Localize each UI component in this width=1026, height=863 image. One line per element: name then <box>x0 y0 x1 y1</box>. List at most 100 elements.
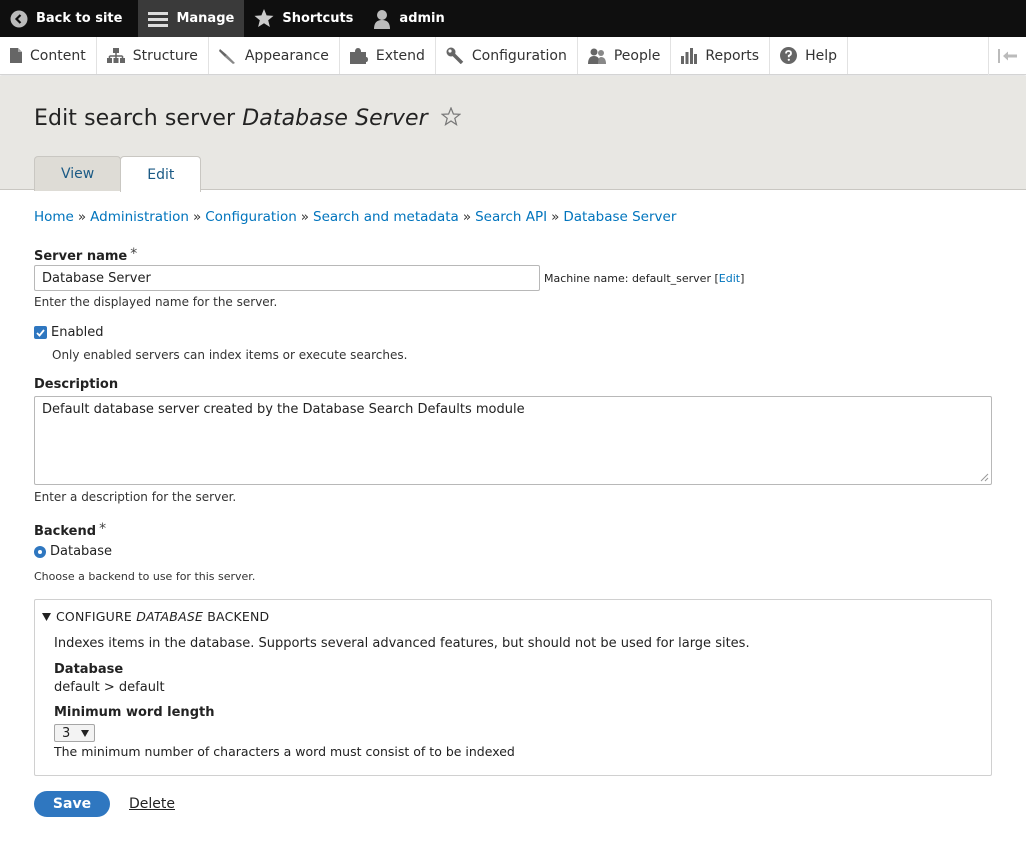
server-name-input[interactable] <box>34 265 540 291</box>
triangle-down-icon <box>42 612 51 621</box>
radio-button[interactable] <box>34 545 46 558</box>
help-icon <box>780 47 798 64</box>
tab-edit[interactable]: Edit <box>120 156 202 192</box>
breadcrumb-separator: » <box>551 209 560 225</box>
breadcrumb-separator: » <box>192 209 202 225</box>
enabled-checkbox[interactable] <box>34 326 47 339</box>
shortcuts-tab[interactable]: Shortcuts <box>244 0 363 37</box>
required-marker: * <box>99 521 107 537</box>
tray-label: Appearance <box>244 47 329 64</box>
chevron-down-icon <box>81 730 89 737</box>
enabled-label: Enabled <box>51 325 104 340</box>
back-to-site-link[interactable]: Back to site <box>0 0 138 37</box>
required-marker: * <box>130 246 138 262</box>
checkmark-icon <box>36 328 45 337</box>
enabled-description: Only enabled servers can index items or … <box>52 348 408 362</box>
resize-grip-icon[interactable] <box>980 473 989 482</box>
shortcut-star-icon[interactable] <box>440 107 461 126</box>
hamburger-icon <box>148 11 169 27</box>
tab-view[interactable]: View <box>34 156 122 191</box>
tray-label: Configuration <box>471 47 567 64</box>
machine-name-edit-link[interactable]: Edit <box>719 272 740 285</box>
breadcrumb-separator: » <box>462 209 472 225</box>
primary-tabs: View Edit <box>34 156 202 192</box>
enabled-checkbox-row[interactable]: Enabled <box>34 325 104 340</box>
machine-name: Machine name: default_server [Edit] <box>544 272 744 285</box>
fieldset-title-prefix: CONFIGURE <box>56 609 133 624</box>
tray-label: Help <box>805 47 837 64</box>
tray-label: Structure <box>132 47 198 64</box>
machine-name-suffix: ] <box>740 272 745 285</box>
fieldset-title-suffix: BACKEND <box>207 609 270 624</box>
min-word-length-select[interactable]: 3 <box>54 724 95 742</box>
tray-item-appearance[interactable]: Appearance <box>209 37 340 74</box>
manage-tab[interactable]: Manage <box>138 0 245 37</box>
backend-label: Backend <box>34 524 97 539</box>
database-value: default > default <box>54 680 165 695</box>
breadcrumb-search-metadata[interactable]: Search and metadata <box>313 209 459 225</box>
configure-backend-fieldset: CONFIGURE DATABASE BACKEND Indexes items… <box>34 599 992 776</box>
breadcrumb-configuration[interactable]: Configuration <box>205 209 297 225</box>
description-text: Default database server created by the D… <box>42 402 525 417</box>
breadcrumb-database-server[interactable]: Database Server <box>563 209 676 225</box>
min-word-length-label: Minimum word length <box>54 705 215 720</box>
configure-backend-summary[interactable]: CONFIGURE DATABASE BACKEND <box>42 609 269 624</box>
backend-option-label: Database <box>50 544 113 559</box>
min-word-length-value: 3 <box>62 725 71 741</box>
fieldset-title-em: DATABASE <box>136 609 204 624</box>
radio-dot <box>38 549 42 554</box>
server-name-label-row: Server name * <box>34 246 137 264</box>
backend-intro: Indexes items in the database. Supports … <box>54 636 750 651</box>
description-textarea[interactable]: Default database server created by the D… <box>34 396 992 485</box>
tray-item-configuration[interactable]: Configuration <box>436 37 578 74</box>
tray-label: People <box>613 47 661 64</box>
admin-menu-tray: Content Structure Appearance Extend Conf… <box>0 37 1026 75</box>
tray-label: Reports <box>705 47 760 64</box>
backend-radio-database[interactable]: Database <box>34 544 112 559</box>
file-icon <box>10 48 22 63</box>
wrench-icon <box>446 47 464 64</box>
bar-chart-icon <box>681 47 698 64</box>
user-icon <box>374 9 391 29</box>
tray-label: Content <box>30 47 86 64</box>
page-title-name: Database Server <box>242 106 428 131</box>
people-icon <box>587 48 606 64</box>
server-name-description: Enter the displayed name for the server. <box>34 295 278 309</box>
breadcrumb-home[interactable]: Home <box>34 209 74 225</box>
sitemap-icon <box>106 48 125 63</box>
breadcrumb-separator: » <box>77 209 87 225</box>
back-arrow-icon <box>10 10 28 27</box>
page-title-prefix: Edit search server <box>34 106 243 131</box>
save-button[interactable]: Save <box>34 791 110 817</box>
tray-item-extend[interactable]: Extend <box>340 37 436 74</box>
tray-item-reports[interactable]: Reports <box>671 37 771 74</box>
breadcrumb-search-api[interactable]: Search API <box>475 209 547 225</box>
description-help: Enter a description for the server. <box>34 490 237 504</box>
tray-label: Extend <box>375 47 425 64</box>
shortcuts-label: Shortcuts <box>282 11 354 26</box>
server-name-label: Server name <box>34 249 128 264</box>
backend-description: Choose a backend to use for this server. <box>34 570 256 583</box>
description-label: Description <box>34 377 119 392</box>
tray-item-people[interactable]: People <box>578 37 672 74</box>
page-title: Edit search server Database Server <box>34 106 461 131</box>
delete-link[interactable]: Delete <box>129 796 175 812</box>
machine-name-text: Machine name: default_server [ <box>544 272 719 285</box>
tray-item-structure[interactable]: Structure <box>97 37 209 74</box>
collapse-left-icon <box>997 49 1017 63</box>
page-header: Edit search server Database Server View … <box>0 76 1026 192</box>
breadcrumb-administration[interactable]: Administration <box>90 209 189 225</box>
toolbar-orientation-toggle[interactable] <box>988 37 1026 75</box>
paintbrush-icon <box>218 48 235 64</box>
back-to-site-label: Back to site <box>36 11 123 26</box>
puzzle-icon <box>349 47 368 64</box>
tray-item-help[interactable]: Help <box>770 37 848 74</box>
admin-toolbar: Back to site Manage Shortcuts admin <box>0 0 1026 37</box>
min-word-length-description: The minimum number of characters a word … <box>54 744 515 759</box>
breadcrumb-separator: » <box>300 209 310 225</box>
user-label: admin <box>399 11 445 26</box>
manage-label: Manage <box>176 11 235 26</box>
tray-item-content[interactable]: Content <box>0 37 97 74</box>
user-tab[interactable]: admin <box>363 0 454 37</box>
breadcrumb: Home» Administration» Configuration» Search… <box>34 209 676 225</box>
